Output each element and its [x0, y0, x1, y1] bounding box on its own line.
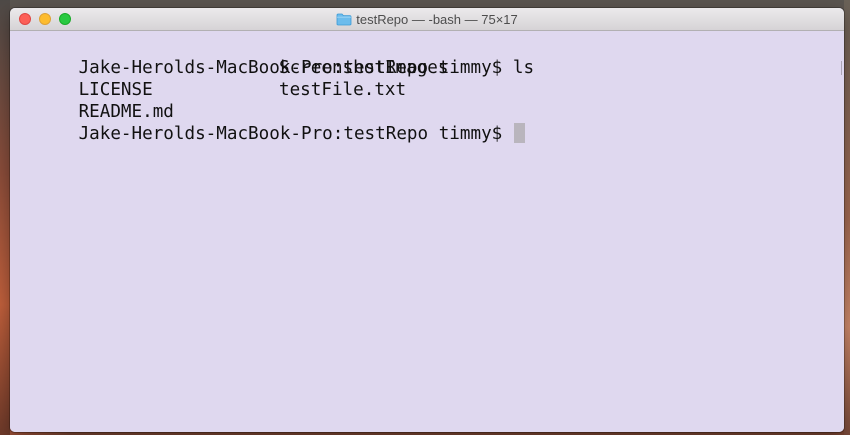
terminal-cursor	[514, 123, 526, 143]
terminal-line: README.md testFile.txt	[15, 79, 844, 122]
terminal-prompt: Jake-Herolds-MacBook-Pro:testRepo timmy$	[78, 124, 503, 144]
desktop-wallpaper-left	[0, 0, 10, 435]
terminal-window[interactable]: testRepo — -bash — 75×17 Jake-Herolds-Ma…	[10, 8, 844, 432]
terminal-line: LICENSE ScreenshotImages	[15, 57, 844, 100]
folder-icon	[336, 13, 352, 26]
terminal-line: Jake-Herolds-MacBook-Pro:testRepo timmy$…	[15, 35, 844, 78]
desktop-wallpaper-right	[844, 0, 850, 435]
scroll-indicator[interactable]	[841, 61, 842, 75]
terminal-line-text-col2: ScreenshotImages	[279, 58, 449, 78]
window-title-group: testRepo — -bash — 75×17	[10, 8, 844, 31]
terminal-output[interactable]: Jake-Herolds-MacBook-Pro:testRepo timmy$…	[10, 31, 844, 432]
window-titlebar[interactable]: testRepo — -bash — 75×17	[10, 8, 844, 31]
terminal-prompt-line[interactable]: Jake-Herolds-MacBook-Pro:testRepo timmy$	[15, 101, 844, 144]
window-title: testRepo — -bash — 75×17	[356, 12, 518, 27]
terminal-line-text-col2: testFile.txt	[279, 80, 407, 100]
